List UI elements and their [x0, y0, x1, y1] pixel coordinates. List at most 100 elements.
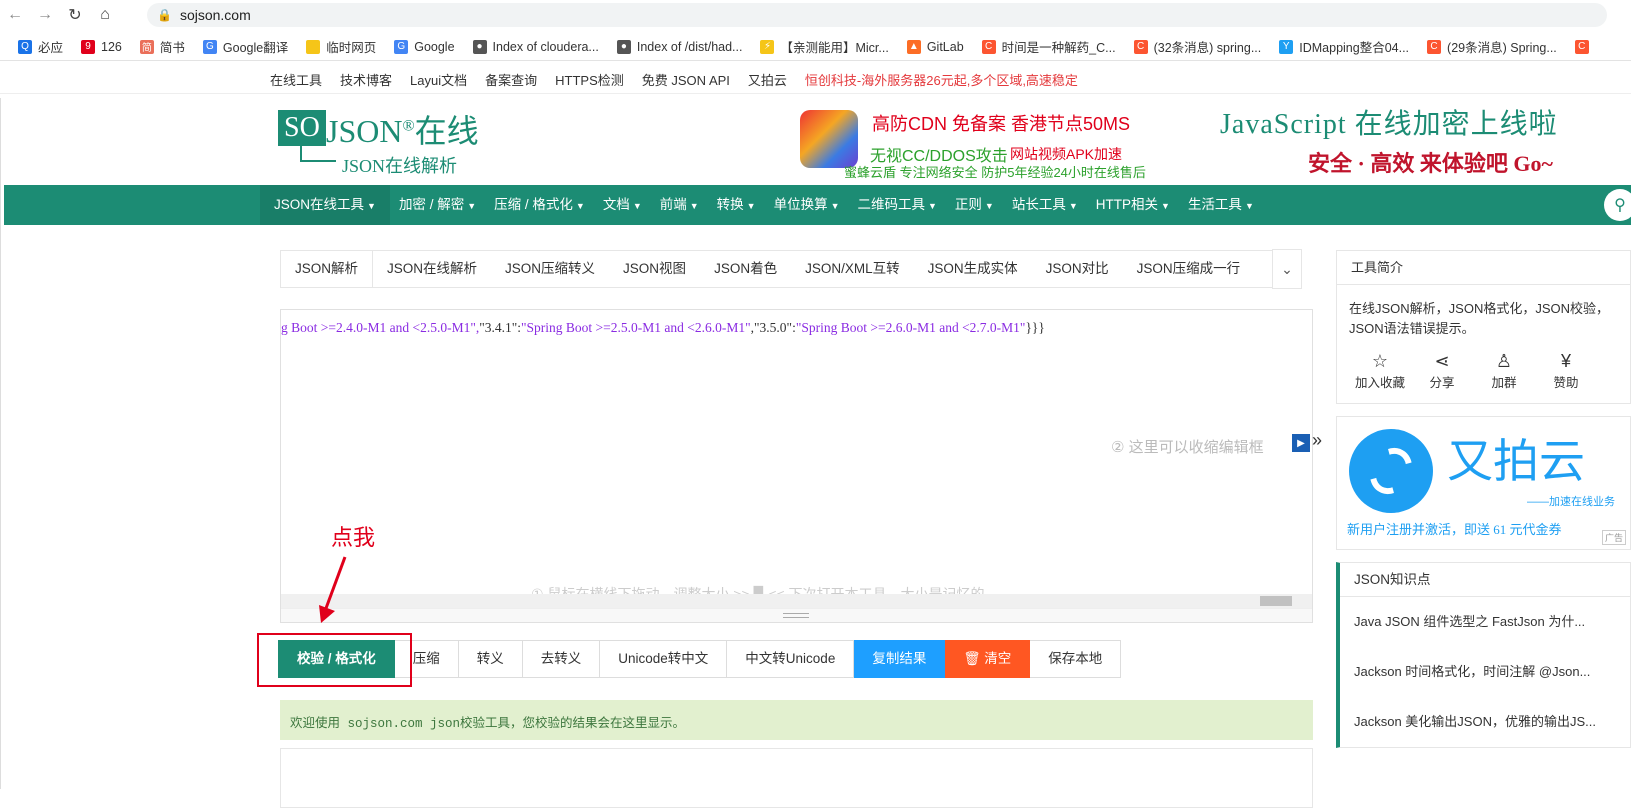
caret-down-icon: ▼ [689, 201, 699, 211]
nav-menu-item[interactable]: 压缩 / 格式化 ▼ [485, 185, 594, 225]
globe-icon: ● [472, 39, 487, 54]
sidebar: 工具简介 在线JSON解析，JSON格式化，JSON校验，JSON语法错误提示。… [1336, 250, 1631, 748]
knowledge-title: JSON知识点 [1340, 563, 1630, 597]
home-icon[interactable]: ⌂ [90, 0, 120, 30]
tool-button[interactable]: 转义 [458, 640, 523, 678]
tab-item[interactable]: JSON着色 [700, 251, 791, 287]
ad-line-1: 高防CDN 免备案 香港节点50MS [872, 114, 1131, 134]
top-promo-link[interactable]: 恒创科技-海外服务器26元起,多个区域,高速稳定 [805, 70, 1078, 89]
top-link[interactable]: Layui文档 [410, 70, 467, 89]
bookmark-item[interactable]: 临时网页 [306, 37, 376, 56]
tool-button[interactable]: 保存本地 [1030, 640, 1122, 678]
result-output[interactable] [280, 748, 1313, 808]
csdn-icon: C [981, 39, 996, 54]
tab-item[interactable]: JSON压缩成一行 [1123, 251, 1255, 287]
button-label: 复制结果 [872, 651, 927, 666]
back-icon[interactable]: ← [0, 0, 30, 30]
forward-icon[interactable]: → [30, 0, 60, 30]
bookmark-item[interactable]: ● Index of cloudera... [472, 39, 599, 54]
ad-brand: 又拍云 [1447, 436, 1585, 487]
top-link[interactable]: 备案查询 [485, 70, 537, 89]
nav-menu-item[interactable]: JSON在线工具 ▼ [260, 185, 390, 225]
bookmark-item[interactable]: C (32条消息) spring... [1133, 37, 1261, 56]
top-link[interactable]: HTTPS检测 [555, 70, 624, 89]
reload-icon[interactable]: ↻ [60, 0, 90, 30]
site-logo[interactable]: SO JSON®在线 JSON在线解析 [278, 104, 498, 176]
tool-button[interactable]: 去转义 [522, 640, 601, 678]
tab-item[interactable]: JSON生成实体 [914, 251, 1032, 287]
bookmark-item[interactable]: ▲ GitLab [906, 39, 964, 54]
bookmark-item[interactable]: Q 必应 [18, 37, 63, 56]
nav-menu-item[interactable]: 生活工具 ▼ [1179, 185, 1263, 225]
double-chevron-right-icon[interactable]: » [1312, 430, 1322, 451]
search-icon[interactable]: ⚲ [1604, 189, 1631, 221]
json-editor[interactable]: g Boot >=2.4.0-M1 and <2.5.0-M1","3.4.1"… [280, 309, 1313, 623]
tool-button[interactable]: 🗑 清空 [945, 640, 1031, 678]
tab-item[interactable]: JSON解析 [281, 251, 374, 287]
knowledge-link[interactable]: Jackson 时间格式化，时间注解 @Json... [1340, 647, 1630, 697]
nav-menu-item[interactable]: 正则 ▼ [946, 185, 1003, 225]
bookmark-item[interactable]: 9 126 [81, 39, 122, 54]
nav-menu-item[interactable]: 前端 ▼ [651, 185, 708, 225]
resize-handle[interactable] [281, 608, 1312, 622]
cdn-ad-banner[interactable]: 高防CDN 免备案 香港节点50MS 无视CC/DDOS攻击 网站视频APK加速… [800, 104, 1200, 180]
bookmark-item[interactable]: ⚡ 【亲测能用】Micr... [760, 37, 889, 56]
jianshu-icon: 简 [139, 39, 154, 54]
horizontal-scrollbar[interactable] [281, 594, 1312, 608]
bookmark-item[interactable]: C [1574, 39, 1595, 54]
gitlab-icon: ▲ [906, 39, 921, 54]
qq-icon: ♙ [1495, 351, 1513, 371]
tool-button[interactable]: 复制结果 [854, 640, 946, 678]
upyun-ad[interactable]: 又拍云 ——加速在线业务 新用户注册并激活，即送 61 元代金券 广告 [1336, 416, 1631, 550]
bookmark-item[interactable]: 简简书 [139, 37, 185, 56]
nav-menu-item[interactable]: 文档 ▼ [594, 185, 651, 225]
sidebar-action[interactable]: ⋖ 分享 [1411, 351, 1473, 393]
top-link[interactable]: 又拍云 [748, 70, 787, 89]
play-icon[interactable]: ▶ [1292, 434, 1310, 452]
nav-menu-item[interactable]: 单位换算 ▼ [765, 185, 849, 225]
nav-menu-item[interactable]: 二维码工具 ▼ [849, 185, 946, 225]
tab-item[interactable]: JSON在线解析 [373, 251, 491, 287]
top-link[interactable]: 技术博客 [340, 70, 392, 89]
csdn-icon: C [1427, 39, 1442, 54]
tab-item[interactable]: JSON/XML互转 [791, 251, 914, 287]
tab-item[interactable]: JSON视图 [609, 251, 700, 287]
tab-item[interactable]: JSON对比 [1032, 251, 1123, 287]
sidebar-action[interactable]: ♙ 加群 [1473, 351, 1535, 393]
google-icon: G [394, 39, 409, 54]
tool-button[interactable]: 中文转Unicode [727, 640, 855, 678]
json-code-line[interactable]: g Boot >=2.4.0-M1 and <2.5.0-M1","3.4.1"… [281, 320, 1045, 336]
caret-down-icon: ▼ [367, 201, 376, 211]
nav-menu-item[interactable]: 转换 ▼ [708, 185, 765, 225]
button-label: 转义 [476, 651, 504, 666]
ad-subtitle: 安全 · 高效 来体验吧 Go~ [1308, 151, 1553, 176]
sidebar-action[interactable]: ¥ 赞助 [1535, 351, 1597, 393]
nav-menu-item[interactable]: 加密 / 解密 ▼ [390, 185, 485, 225]
caret-down-icon: ▼ [928, 201, 937, 211]
knowledge-link[interactable]: Java JSON 组件选型之 FastJson 为什... [1340, 597, 1630, 647]
bookmark-item[interactable]: ● Index of /dist/had... [616, 39, 742, 54]
caret-down-icon: ▼ [830, 201, 840, 211]
tab-item[interactable]: JSON压缩转义 [491, 251, 609, 287]
caret-down-icon: ▼ [632, 201, 642, 211]
nav-menu-label: JSON在线工具 [274, 197, 365, 212]
bookmark-item[interactable]: Y IDMapping整合04... [1279, 37, 1409, 56]
bookmark-item[interactable]: C (29条消息) Spring... [1427, 37, 1557, 56]
bookmark-item[interactable]: C 时间是一种解药_C... [981, 37, 1116, 56]
bookmark-label: 126 [101, 39, 122, 54]
chevron-down-icon[interactable]: ⌄ [1272, 249, 1302, 289]
bookmark-item[interactable]: G Google [394, 39, 455, 54]
action-label: 加群 [1491, 376, 1517, 390]
top-link[interactable]: 免费 JSON API [642, 70, 730, 89]
address-bar[interactable]: 🔒 sojson.com [147, 3, 1607, 27]
sidebar-action[interactable]: ☆ 加入收藏 [1349, 351, 1411, 393]
tool-intro-card: 工具简介 在线JSON解析，JSON格式化，JSON校验，JSON语法错误提示。… [1336, 250, 1631, 404]
nav-menu-item[interactable]: HTTP相关 ▼ [1087, 185, 1179, 225]
scrollbar-thumb[interactable] [1260, 596, 1292, 606]
bookmark-item[interactable]: G Google翻译 [202, 37, 288, 56]
top-link[interactable]: 在线工具 [270, 70, 322, 89]
tool-button[interactable]: Unicode转中文 [600, 640, 728, 678]
knowledge-link[interactable]: Jackson 美化输出JSON，优雅的输出JS... [1340, 697, 1630, 747]
nav-menu-item[interactable]: 站长工具 ▼ [1003, 185, 1087, 225]
js-encrypt-ad-banner[interactable]: JavaScript 在线加密上线啦 安全 · 高效 来体验吧 Go~ [1220, 102, 1625, 178]
